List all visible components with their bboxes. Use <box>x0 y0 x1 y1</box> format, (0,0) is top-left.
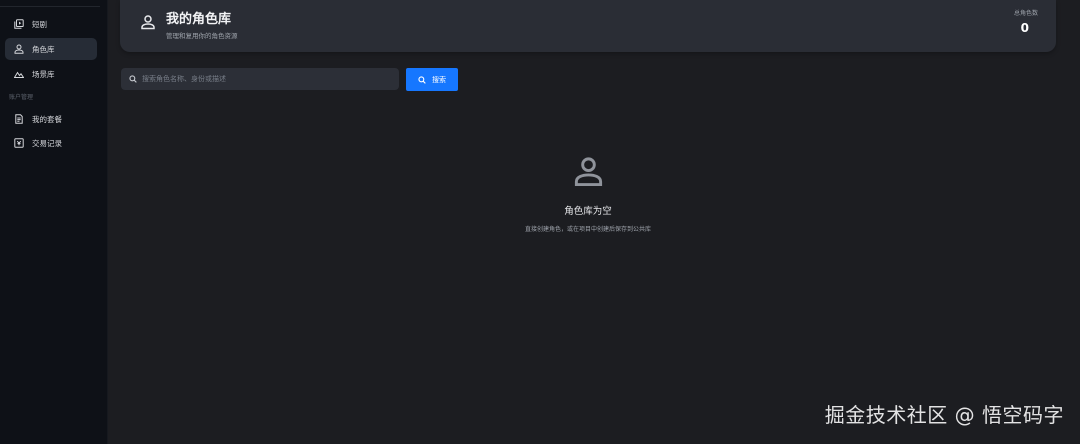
sidebar-item-label: 场景库 <box>32 69 55 79</box>
search-input[interactable] <box>142 75 392 83</box>
sidebar-item-short-drama[interactable]: 短剧 <box>5 13 97 35</box>
sidebar-item-label: 我的套餐 <box>32 114 62 124</box>
page-title: 我的角色库 <box>166 12 232 27</box>
search-icon <box>418 75 426 84</box>
sidebar: 短剧 角色库 场景库 账户管理 我的套餐 交易记录 <box>0 0 108 444</box>
search-bar[interactable] <box>121 68 399 90</box>
empty-state-title: 角色库为空 <box>564 206 612 217</box>
sidebar-item-label: 角色库 <box>32 44 55 54</box>
sidebar-item-label: 短剧 <box>32 19 47 29</box>
receipt-icon <box>14 114 24 124</box>
app-root: 短剧 角色库 场景库 账户管理 我的套餐 交易记录 我的角色库 管理和复用你的角… <box>0 0 1080 444</box>
sidebar-item-character-library[interactable]: 角色库 <box>5 38 97 60</box>
sidebar-item-my-plan[interactable]: 我的套餐 <box>5 108 97 130</box>
empty-state-description: 直接创建角色，或在项目中创建后保存到公共库 <box>524 226 651 233</box>
page-subtitle: 管理和复用你的角色资源 <box>166 32 238 40</box>
search-button[interactable]: 搜索 <box>406 68 458 91</box>
search-button-label: 搜索 <box>432 75 446 84</box>
sidebar-divider <box>0 6 100 7</box>
sidebar-item-scene-library[interactable]: 场景库 <box>5 63 97 85</box>
person-icon <box>141 15 155 30</box>
total-characters-label: 总角色数 <box>1013 10 1038 17</box>
sidebar-item-transactions[interactable]: 交易记录 <box>5 132 97 154</box>
sidebar-item-label: 交易记录 <box>32 138 62 148</box>
empty-person-icon <box>574 157 603 187</box>
page-header: 我的角色库 管理和复用你的角色资源 总角色数 0 <box>120 0 1056 52</box>
landscape-icon <box>14 69 24 79</box>
total-characters-count: 0 <box>1020 21 1029 35</box>
video-library-icon <box>14 19 24 29</box>
transaction-icon <box>14 138 24 148</box>
search-icon <box>129 75 137 83</box>
person-icon <box>14 44 24 54</box>
sidebar-section-account: 账户管理 <box>9 94 34 101</box>
watermark: 掘金技术社区 @ 悟空码字 <box>824 403 1064 427</box>
